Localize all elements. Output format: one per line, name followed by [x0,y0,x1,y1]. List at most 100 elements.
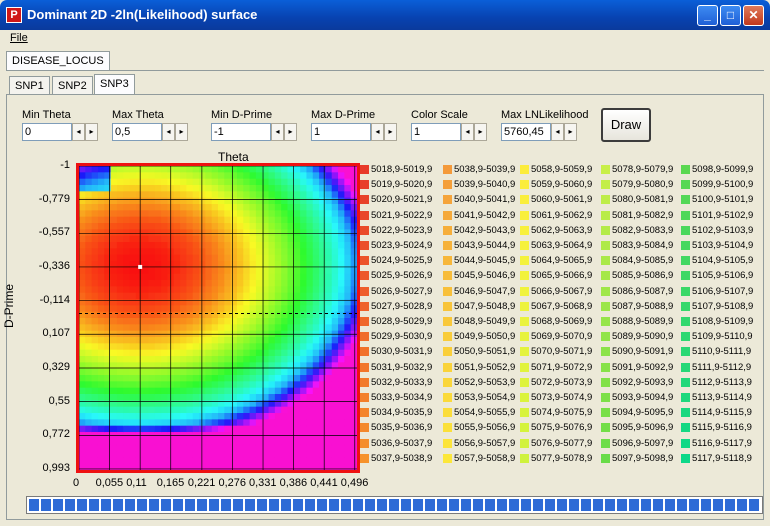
heatmap-cell [300,210,308,218]
heatmap-cell [268,242,276,249]
heatmap-cell [116,324,124,332]
heatmap-cell [161,375,169,382]
heatmap-cell [211,172,219,180]
heatmap-cell [274,248,282,256]
heatmap-cell [218,438,225,446]
heatmap-cell [255,311,263,319]
progress-segment [689,499,699,511]
legend-item: 5071,9-5072,9 [520,362,592,374]
heatmap-cell [325,419,333,427]
heatmap-cell [344,349,352,357]
heatmap-cell [243,216,251,224]
heatmap-cell [129,235,137,243]
max-dprime-decrease[interactable]: ◂ [371,123,384,141]
heatmap-cell [211,299,219,306]
legend-label: 5048,9-5049,9 [454,316,516,327]
minimize-button[interactable]: _ [697,5,718,26]
max-theta-increase[interactable]: ▸ [175,123,188,141]
legend-swatch [520,377,529,387]
heatmap-cell [325,438,333,446]
heatmap-cell [255,463,263,471]
color-scale-input[interactable]: 1 [411,123,461,141]
legend-item: 5067,9-5068,9 [520,301,592,313]
heatmap-cell [319,305,327,313]
legend-swatch [520,316,529,326]
legend-label: 5026,9-5027,9 [371,285,433,297]
heatmap-cell [85,318,93,325]
heatmap-cell [243,343,251,351]
min-theta-increase[interactable]: ▸ [85,123,98,141]
heatmap-cell [104,299,112,306]
heatmap-cell [173,204,181,211]
heatmap-cell [104,242,112,249]
heatmap-cell [142,216,150,224]
close-button[interactable]: ✕ [743,5,764,26]
max-theta-input[interactable]: 0,5 [112,123,162,141]
heatmap-cell [91,349,99,357]
heatmap-cell [85,210,93,218]
tab-snp2[interactable]: SNP2 [52,76,93,94]
heatmap-cell [236,444,244,452]
min-theta-decrease[interactable]: ◂ [72,123,85,141]
max-dprime-increase[interactable]: ▸ [384,123,397,141]
heatmap-cell [173,419,181,427]
heatmap-cell [186,356,194,363]
heatmap-cell [110,394,118,401]
heatmap-cell [173,368,181,376]
heatmap-cell [293,413,301,420]
heatmap-cell [218,324,225,332]
heatmap-cell [186,280,194,287]
heatmap-cell [161,349,169,357]
min-dprime-input[interactable]: -1 [211,123,271,141]
progress-segment [749,499,759,511]
progress-segment [725,499,735,511]
heatmap-cell [325,292,333,300]
heatmap-cell [224,229,232,237]
heatmap-cell [312,463,320,471]
heatmap-cell [205,425,213,433]
heatmap-cell [192,286,200,294]
heatmap-cell [116,311,124,319]
tab-disease-locus[interactable]: DISEASE_LOCUS [6,51,110,71]
legend-label: 5063,9-5064,9 [531,240,593,251]
heatmap-cell [104,463,112,471]
max-dprime-input[interactable]: 1 [311,123,371,141]
heatmap-cell [97,406,105,414]
heatmap-cell [199,451,206,458]
draw-button[interactable]: Draw [601,108,651,142]
max-lnl-decrease[interactable]: ◂ [551,123,564,141]
heatmap-cell [79,280,86,287]
menu-file[interactable]: File [10,32,28,44]
min-theta-input[interactable]: 0 [22,123,72,141]
heatmap-cell [344,223,352,230]
heatmap-cell [350,419,358,427]
maximize-button[interactable]: □ [720,5,741,26]
heatmap-cell [243,311,251,319]
heatmap-cell [312,292,320,300]
heatmap-cell [338,292,345,300]
legend-label: 5052,9-5053,9 [454,376,516,388]
legend-label: 5108,9-5109,9 [692,316,754,327]
max-lnl-input[interactable]: 5760,45 [501,123,551,141]
tab-snp3[interactable]: SNP3 [94,74,135,94]
tab-snp1[interactable]: SNP1 [9,76,50,94]
max-theta-label: Max Theta [112,109,164,121]
legend-item: 5078,9-5079,9 [601,164,673,176]
heatmap-cell [173,248,181,256]
heatmap-cell [161,451,169,458]
legend-label: 5074,9-5075,9 [531,407,593,419]
max-lnl-increase[interactable]: ▸ [564,123,577,141]
heatmap-cell [154,406,162,414]
heatmap-cell [79,337,86,344]
color-scale-increase[interactable]: ▸ [474,123,487,141]
heatmap-cell [319,438,327,446]
heatmap-cell [110,267,118,275]
color-scale-decrease[interactable]: ◂ [461,123,474,141]
x-tick-label: 0,441 [310,477,338,489]
min-dprime-increase[interactable]: ▸ [284,123,297,141]
heatmap-cell [325,248,333,256]
heatmap-cell [97,292,105,300]
min-dprime-decrease[interactable]: ◂ [271,123,284,141]
max-theta-decrease[interactable]: ◂ [162,123,175,141]
legend-item: 5023,9-5024,9 [360,240,432,252]
